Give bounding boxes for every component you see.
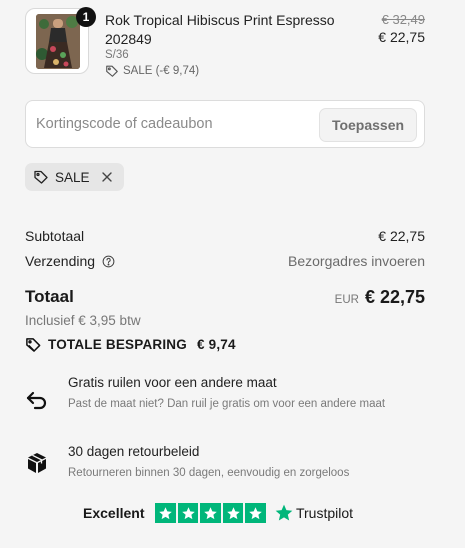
star-icon bbox=[200, 502, 221, 524]
product-discount-label: SALE (-€ 9,74) bbox=[123, 65, 200, 77]
trustpilot-rating[interactable]: Excellent Trustpilot bbox=[83, 502, 353, 524]
subtotal-label: Subtotaal bbox=[25, 228, 85, 244]
star-icon bbox=[177, 502, 199, 524]
tag-icon bbox=[26, 338, 41, 352]
applied-discount-tag: SALE bbox=[25, 163, 124, 191]
discount-code-form: Toepassen bbox=[25, 100, 425, 148]
total-value: € 22,75 bbox=[364, 287, 425, 307]
subtotal-row: Subtotaal € 22,75 bbox=[25, 228, 425, 244]
order-summary: 1 Rok Tropical Hibiscus Print Espresso 2… bbox=[0, 0, 465, 548]
savings-label: TOTALE BESPARING bbox=[48, 337, 187, 352]
trustpilot-logo: Trustpilot bbox=[274, 503, 353, 523]
discount-code-input[interactable] bbox=[36, 109, 316, 139]
current-price: € 22,75 bbox=[378, 29, 425, 45]
product-discount: SALE (-€ 9,74) bbox=[105, 64, 199, 78]
close-icon[interactable] bbox=[100, 170, 114, 184]
rating-word: Excellent bbox=[83, 505, 145, 521]
subtotal-value: € 22,75 bbox=[378, 228, 425, 244]
trustpilot-star-icon bbox=[275, 504, 293, 521]
tag-icon bbox=[34, 170, 48, 184]
total-savings: TOTALE BESPARING € 9,74 bbox=[25, 336, 236, 353]
benefit-exchange: Gratis ruilen voor een andere maat Past … bbox=[25, 375, 425, 425]
total-label: Totaal bbox=[25, 287, 74, 306]
product-name: Rok Tropical Hibiscus Print Espresso 202… bbox=[105, 12, 335, 47]
benefit-title: Gratis ruilen voor een andere maat bbox=[68, 375, 277, 390]
applied-discount-label: SALE bbox=[55, 169, 90, 185]
apply-button[interactable]: Toepassen bbox=[319, 108, 417, 142]
benefit-description: Retourneren binnen 30 dagen, eenvoudig e… bbox=[68, 467, 350, 479]
shipping-label: Verzending bbox=[25, 253, 96, 269]
shipping-value: Bezorgadres invoeren bbox=[288, 253, 425, 269]
benefit-returns: 30 dagen retourbeleid Retourneren binnen… bbox=[25, 444, 425, 484]
product-image bbox=[36, 14, 80, 69]
tax-note: Inclusief € 3,95 btw bbox=[25, 313, 141, 328]
info-icon[interactable] bbox=[102, 255, 115, 268]
quantity-badge: 1 bbox=[76, 7, 96, 27]
savings-value: € 9,74 bbox=[196, 337, 236, 352]
original-price: € 32,49 bbox=[381, 12, 425, 27]
tag-icon bbox=[106, 65, 118, 77]
return-arrow-icon bbox=[26, 391, 47, 410]
package-icon bbox=[28, 453, 46, 473]
star-icon bbox=[222, 502, 244, 524]
shipping-row: Verzending Bezorgadres invoeren bbox=[25, 253, 425, 269]
currency-code: EUR bbox=[334, 294, 359, 306]
trustpilot-brand: Trustpilot bbox=[295, 505, 354, 521]
line-item: 1 Rok Tropical Hibiscus Print Espresso 2… bbox=[25, 7, 425, 78]
benefit-description: Past de maat niet? Dan ruil je gratis om… bbox=[68, 398, 386, 410]
product-thumbnail: 1 bbox=[25, 7, 96, 74]
star-icon bbox=[245, 502, 266, 524]
product-variant: S/36 bbox=[105, 49, 129, 61]
star-icon bbox=[155, 502, 176, 524]
benefit-title: 30 dagen retourbeleid bbox=[68, 444, 200, 459]
total-amount: EUR € 22,75 bbox=[335, 287, 425, 308]
star-rating bbox=[155, 502, 266, 524]
